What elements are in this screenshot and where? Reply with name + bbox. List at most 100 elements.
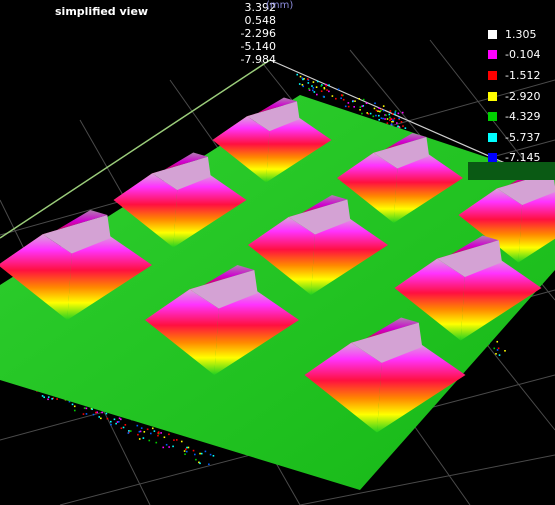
noise-point (369, 112, 372, 115)
noise-point (47, 396, 50, 398)
legend-label: 1.305 (505, 27, 537, 41)
noise-point (168, 433, 170, 436)
noise-point (326, 89, 328, 91)
noise-point (372, 115, 375, 118)
noise-point (392, 119, 395, 122)
noise-point (101, 411, 103, 414)
noise-point (92, 413, 95, 416)
noise-point (337, 88, 340, 91)
noise-point (195, 458, 197, 461)
noise-point (199, 462, 201, 465)
legend-item: 1.305 (488, 24, 548, 45)
noise-point (328, 90, 330, 93)
noise-point (148, 439, 151, 442)
noise-point (311, 85, 313, 87)
3d-point-cloud-viewport[interactable] (0, 0, 555, 505)
legend-item: -7.145 (488, 148, 548, 169)
noise-point (389, 119, 391, 122)
noise-point (212, 454, 215, 457)
noise-point (394, 113, 396, 116)
noise-point (83, 407, 86, 409)
noise-point (298, 83, 301, 85)
noise-point (51, 397, 53, 400)
legend-label: -0.104 (505, 48, 541, 62)
noise-point (185, 450, 188, 453)
noise-point (382, 109, 385, 112)
noise-point (183, 450, 186, 452)
noise-point (365, 102, 368, 105)
noise-point (378, 114, 380, 117)
noise-point (143, 431, 146, 433)
legend-swatch (488, 132, 497, 142)
noise-point (128, 430, 130, 432)
noise-point (315, 86, 318, 88)
noise-point (115, 422, 117, 425)
noise-point (113, 418, 116, 421)
noise-point (391, 113, 394, 115)
noise-point (299, 75, 302, 78)
noise-point (404, 127, 407, 129)
noise-point (172, 445, 174, 448)
noise-point (493, 347, 496, 350)
noise-point (204, 450, 207, 453)
noise-point (307, 82, 310, 84)
noise-point (153, 430, 156, 432)
noise-point (342, 98, 345, 101)
noise-point (397, 112, 400, 115)
noise-point (73, 409, 76, 412)
noise-point (391, 120, 393, 123)
noise-point (117, 420, 120, 423)
noise-point (120, 427, 123, 430)
noise-point (105, 412, 108, 415)
legend-item: -0.104 (488, 45, 548, 66)
noise-point (380, 109, 382, 112)
noise-point (187, 446, 190, 449)
legend-label: -4.329 (505, 110, 541, 124)
noise-point (347, 105, 350, 108)
noise-point (375, 114, 377, 117)
noise-point (388, 113, 391, 116)
noise-point (142, 437, 145, 439)
noise-point (56, 398, 58, 400)
noise-point (340, 97, 342, 100)
legend-swatch (488, 112, 497, 122)
legend-swatch (488, 29, 497, 39)
noise-point (341, 94, 343, 97)
noise-point (209, 453, 212, 456)
height-color-legend: 1.305 -0.104 -1.512 -2.920 -4.329 -5.737… (488, 24, 548, 168)
noise-point (308, 87, 310, 90)
noise-point (98, 416, 101, 418)
noise-point (192, 449, 195, 452)
noise-point (82, 413, 85, 415)
noise-point (389, 110, 392, 112)
noise-point (496, 349, 499, 351)
noise-point (386, 122, 389, 124)
noise-point (151, 427, 154, 430)
noise-point (396, 122, 398, 124)
noise-point (186, 446, 188, 449)
noise-point (366, 112, 369, 114)
noise-point (402, 125, 404, 127)
noise-point (401, 111, 404, 114)
noise-point (91, 408, 93, 411)
noise-point (110, 420, 112, 423)
noise-point (382, 105, 385, 107)
noise-point (359, 106, 362, 108)
noise-point (138, 430, 141, 433)
noise-point (47, 398, 49, 401)
noise-point (175, 439, 178, 441)
noise-point (347, 102, 350, 104)
noise-point (325, 84, 328, 87)
noise-point (335, 97, 337, 100)
noise-point (323, 87, 326, 89)
noise-point (163, 436, 166, 439)
noise-point (320, 90, 323, 93)
noise-point (41, 395, 44, 397)
noise-point (165, 443, 168, 446)
noise-point (110, 423, 112, 426)
noise-point (308, 89, 311, 91)
noise-point (316, 93, 318, 96)
z-axis-tick: -5.140 (240, 40, 276, 53)
noise-point (302, 85, 305, 88)
noise-point (378, 118, 381, 121)
